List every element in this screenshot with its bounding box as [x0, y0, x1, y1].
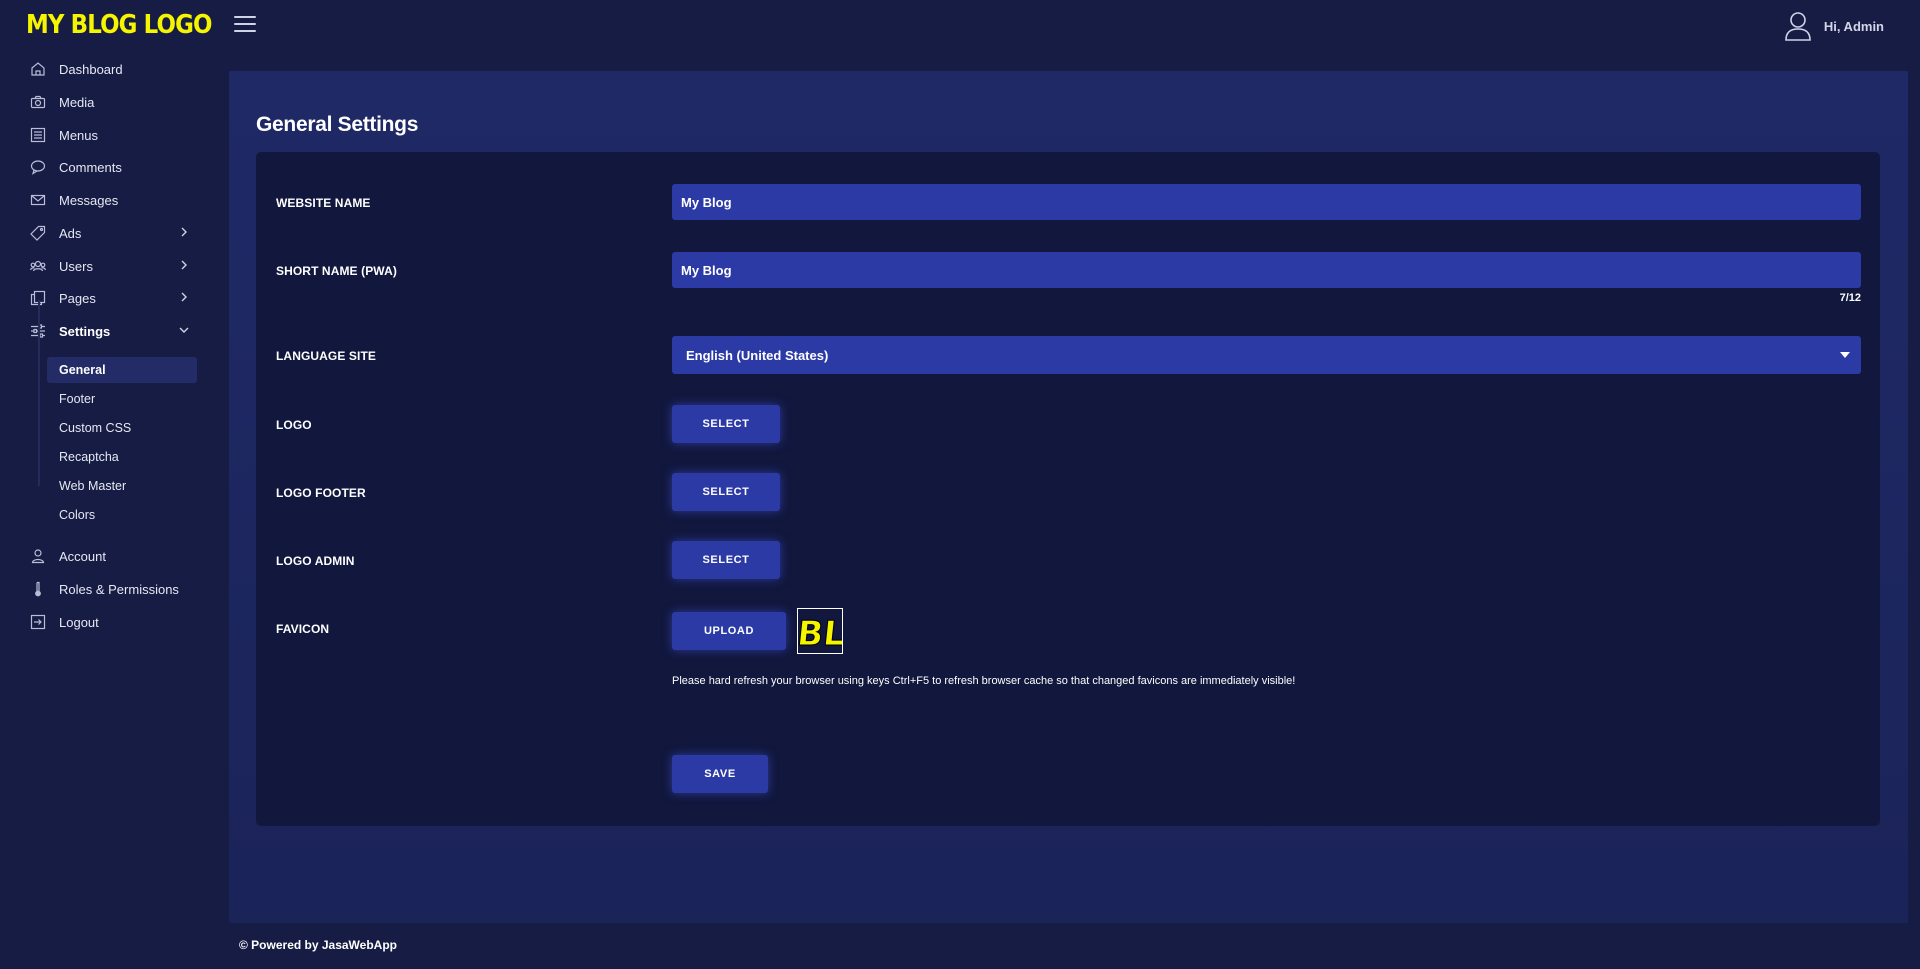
sidebar-item-dashboard[interactable]: Dashboard: [30, 58, 190, 80]
sidebar-subitem-colors[interactable]: Colors: [47, 502, 197, 528]
sidebar-item-logout[interactable]: Logout: [30, 611, 190, 633]
sidebar-item-messages[interactable]: Messages: [30, 189, 190, 211]
sidebar-subitem-custom-css[interactable]: Custom CSS: [47, 415, 197, 441]
chevron-right-icon: [181, 292, 187, 302]
thermometer-icon: [30, 581, 46, 597]
sidebar-subitem-general[interactable]: General: [47, 357, 197, 383]
site-logo[interactable]: MY BLOG LOGO: [26, 10, 212, 40]
sidebar-item-pages[interactable]: Pages: [30, 287, 190, 309]
sidebar-item-comments[interactable]: Comments: [30, 156, 190, 178]
user-greeting: Hi, Admin: [1823, 18, 1884, 34]
logo-footer-select-button[interactable]: SELECT: [672, 473, 780, 511]
mail-icon: [30, 192, 46, 208]
footer-copyright: © Powered by JasaWebApp: [239, 938, 397, 952]
sidebar-item-label: Roles & Permissions: [59, 581, 179, 597]
sidebar-item-account[interactable]: Account: [30, 545, 190, 567]
sidebar-item-users[interactable]: Users: [30, 255, 190, 277]
camera-icon: [30, 94, 46, 110]
user-avatar-icon: [1785, 12, 1811, 41]
favicon-refresh-hint: Please hard refresh your browser using k…: [672, 675, 1296, 687]
caret-down-icon: [1840, 352, 1850, 358]
sidebar-subitem-recaptcha[interactable]: Recaptcha: [47, 444, 197, 470]
chevron-down-icon: [179, 327, 189, 333]
logo-label: LOGO: [276, 418, 312, 432]
sidebar-item-menus[interactable]: Menus: [30, 124, 190, 146]
language-select[interactable]: English (United States): [672, 336, 1861, 374]
menu-toggle-icon[interactable]: [234, 16, 256, 34]
favicon-text: BL: [798, 614, 842, 653]
logo-admin-select-button[interactable]: SELECT: [672, 541, 780, 579]
favicon-upload-button[interactable]: UPLOAD: [672, 612, 786, 650]
settings-submenu-rail: [38, 300, 40, 486]
user-menu[interactable]: Hi, Admin: [1784, 11, 1884, 41]
top-bar: MY BLOG LOGO Hi, Admin: [0, 0, 1920, 54]
users-icon: [30, 258, 46, 274]
chevron-right-icon: [181, 227, 187, 237]
short-name-label: SHORT NAME (PWA): [276, 264, 397, 278]
chevron-right-icon: [181, 260, 187, 270]
favicon-preview: BL: [797, 608, 843, 654]
logo-select-button[interactable]: SELECT: [672, 405, 780, 443]
sidebar-item-label: Messages: [59, 192, 119, 208]
sidebar-item-label: Comments: [59, 159, 122, 175]
short-name-input[interactable]: [672, 252, 1861, 288]
sidebar-item-ads[interactable]: Ads: [30, 222, 190, 244]
favicon-image: BL: [798, 614, 842, 653]
sidebar-item-label: Users: [59, 258, 93, 274]
home-icon: [30, 61, 46, 77]
list-icon: [30, 127, 46, 143]
sidebar-item-label: Settings: [59, 323, 111, 339]
logout-icon: [30, 614, 46, 630]
sidebar-subitem-web-master[interactable]: Web Master: [47, 473, 197, 499]
sidebar-item-roles-permissions[interactable]: Roles & Permissions: [30, 578, 190, 600]
language-selected-value: English (United States): [686, 348, 829, 363]
sidebar-subitem-footer[interactable]: Footer: [47, 386, 197, 412]
sidebar-item-label: Ads: [59, 225, 82, 241]
short-name-char-counter: 7/12: [1839, 292, 1861, 304]
sidebar-item-label: Logout: [59, 614, 99, 630]
sidebar-item-label: Menus: [59, 127, 99, 143]
comment-icon: [30, 159, 46, 175]
tag-icon: [30, 225, 46, 241]
logo-admin-label: LOGO ADMIN: [276, 554, 355, 568]
user-icon: [30, 548, 46, 564]
logo-footer-label: LOGO FOOTER: [276, 486, 366, 500]
website-name-input[interactable]: [672, 184, 1861, 220]
favicon-label: FAVICON: [276, 622, 330, 636]
page-title: General Settings: [256, 113, 419, 136]
sidebar-item-label: Dashboard: [59, 61, 123, 77]
sidebar-item-label: Media: [59, 94, 95, 110]
language-site-label: LANGUAGE SITE: [276, 349, 376, 363]
sidebar-item-media[interactable]: Media: [30, 91, 190, 113]
sidebar-item-label: Account: [59, 548, 106, 564]
sidebar-item-settings[interactable]: Settings: [30, 320, 190, 342]
save-button[interactable]: SAVE: [672, 755, 768, 793]
sidebar-item-label: Pages: [59, 290, 96, 306]
website-name-label: WEBSITE NAME: [276, 196, 371, 210]
